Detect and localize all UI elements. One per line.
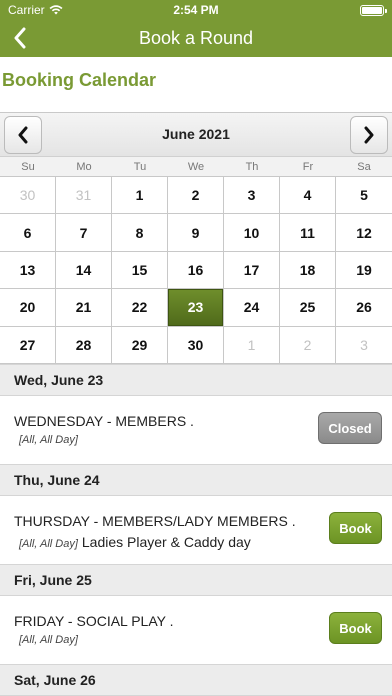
calendar-day[interactable]: 5 xyxy=(336,177,392,215)
calendar-day[interactable]: 4 xyxy=(280,177,336,215)
schedule-event: THURSDAY - MEMBERS/LADY MEMBERS . [All, A… xyxy=(0,496,392,564)
section-title: Booking Calendar xyxy=(2,70,157,90)
event-name: WEDNESDAY - MEMBERS . xyxy=(14,413,194,429)
navigation-bar: Book a Round xyxy=(0,20,392,57)
event-name: THURSDAY - MEMBERS/LADY MEMBERS . xyxy=(14,513,296,529)
calendar-day: 31 xyxy=(56,177,112,215)
calendar-day[interactable]: 6 xyxy=(0,214,56,252)
calendar-day[interactable]: 12 xyxy=(336,214,392,252)
calendar-day[interactable]: 27 xyxy=(0,326,56,364)
battery-icon xyxy=(360,5,387,16)
calendar-day: 1 xyxy=(224,326,280,364)
calendar-day[interactable]: 19 xyxy=(336,251,392,290)
calendar-day[interactable]: 21 xyxy=(56,289,112,327)
event-tag: [All, All Day] xyxy=(19,434,78,446)
calendar-day[interactable]: 24 xyxy=(224,289,280,327)
schedule-day-header: Thu, June 24 xyxy=(0,464,392,496)
calendar-day[interactable]: 28 xyxy=(56,326,112,364)
event-tag: [All, All Day] xyxy=(19,634,78,646)
calendar-header: June 2021 xyxy=(0,112,392,156)
book-button[interactable]: Book xyxy=(329,512,382,544)
schedule-day-header: Wed, June 23 xyxy=(0,364,392,396)
calendar-day: 30 xyxy=(0,177,56,215)
closed-button: Closed xyxy=(318,412,382,444)
weekday-label: Fr xyxy=(302,161,314,173)
calendar-day[interactable]: 3 xyxy=(224,177,280,215)
page-title: Book a Round xyxy=(138,28,254,48)
weekday-label: Sa xyxy=(357,161,371,173)
calendar-day[interactable]: 25 xyxy=(280,289,336,327)
calendar-day[interactable]: 1 xyxy=(112,177,168,215)
calendar-day[interactable]: 2 xyxy=(168,177,224,215)
schedule-day-header: Sat, June 26 xyxy=(0,664,392,696)
calendar-day[interactable]: 15 xyxy=(112,251,168,290)
weekday-label: We xyxy=(187,161,205,173)
status-bar: Carrier 2:54 PM xyxy=(0,0,392,20)
calendar-day[interactable]: 8 xyxy=(112,214,168,252)
calendar-day[interactable]: 20 xyxy=(0,289,56,327)
weekday-label: Th xyxy=(245,161,259,173)
calendar-day[interactable]: 11 xyxy=(280,214,336,252)
event-name: FRIDAY - SOCIAL PLAY . xyxy=(14,613,174,629)
calendar-day-selected[interactable]: 23 xyxy=(168,289,224,327)
event-details: [All, All Day] xyxy=(19,634,78,646)
chevron-right-icon xyxy=(364,126,374,144)
calendar-day[interactable]: 17 xyxy=(224,251,280,290)
calendar-day[interactable]: 22 xyxy=(112,289,168,327)
calendar-day[interactable]: 29 xyxy=(112,326,168,364)
calendar-day: 2 xyxy=(280,326,336,364)
book-button[interactable]: Book xyxy=(329,612,382,644)
weekday-label: Tu xyxy=(133,161,147,173)
weekday-label: Mo xyxy=(76,161,92,173)
event-tag: [All, All Day] xyxy=(19,538,78,550)
weekday-label: Su xyxy=(21,161,35,173)
schedule-event: WEDNESDAY - MEMBERS . [All, All Day] Close… xyxy=(0,396,392,464)
next-month-button[interactable] xyxy=(350,116,388,154)
calendar-day[interactable]: 26 xyxy=(336,289,392,327)
weekday-header-row: Su Mo Tu We Th Fr Sa xyxy=(0,156,392,176)
calendar-day[interactable]: 9 xyxy=(168,214,224,252)
calendar-day[interactable]: 30 xyxy=(168,326,224,364)
calendar-day[interactable]: 10 xyxy=(224,214,280,252)
status-time: 2:54 PM xyxy=(173,3,219,17)
event-details: [All, All Day] Ladies Player & Caddy day xyxy=(19,534,251,550)
calendar-day[interactable]: 7 xyxy=(56,214,112,252)
event-description: Ladies Player & Caddy day xyxy=(81,534,251,550)
calendar-day[interactable]: 13 xyxy=(0,251,56,290)
calendar-day[interactable]: 18 xyxy=(280,251,336,290)
calendar-day[interactable]: 14 xyxy=(56,251,112,290)
schedule-event: FRIDAY - SOCIAL PLAY . [All, All Day] Book xyxy=(0,596,392,664)
schedule-day-header: Fri, June 25 xyxy=(0,564,392,596)
calendar-day[interactable]: 16 xyxy=(168,251,224,290)
event-details: [All, All Day] xyxy=(19,434,78,446)
calendar-month-label: June 2021 xyxy=(162,126,230,142)
calendar-day: 3 xyxy=(336,326,392,364)
calendar-grid: 30 31 1 2 3 4 5 6 7 8 9 10 11 12 13 14 15 16 17 18 19 20 21 22 2… xyxy=(0,176,392,364)
